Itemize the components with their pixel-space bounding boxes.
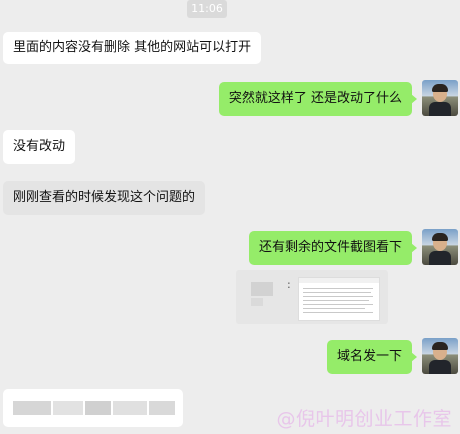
blurred-filename (251, 298, 263, 306)
message-outgoing[interactable]: 域名发一下 (326, 340, 412, 374)
timestamp: 11:06 (187, 0, 227, 18)
user-avatar[interactable] (422, 338, 458, 374)
user-avatar[interactable] (422, 80, 458, 116)
file-separator: : (287, 278, 291, 291)
user-avatar[interactable] (422, 229, 458, 265)
message-outgoing[interactable]: 突然就这样了 还是改动了什么 (218, 82, 412, 116)
file-message-card[interactable]: : (236, 270, 388, 324)
message-incoming[interactable]: 里面的内容没有删除 其他的网站可以打开 (3, 32, 262, 64)
pixelated-message[interactable] (3, 389, 183, 427)
message-incoming[interactable]: 刚刚查看的时候发现这个问题的 (3, 181, 206, 215)
file-thumbnail (298, 277, 380, 321)
blurred-filename (251, 282, 273, 296)
message-incoming[interactable]: 没有改动 (3, 130, 76, 164)
watermark: @倪叶明创业工作室 (276, 408, 452, 430)
message-outgoing[interactable]: 还有剩余的文件截图看下 (248, 231, 412, 265)
